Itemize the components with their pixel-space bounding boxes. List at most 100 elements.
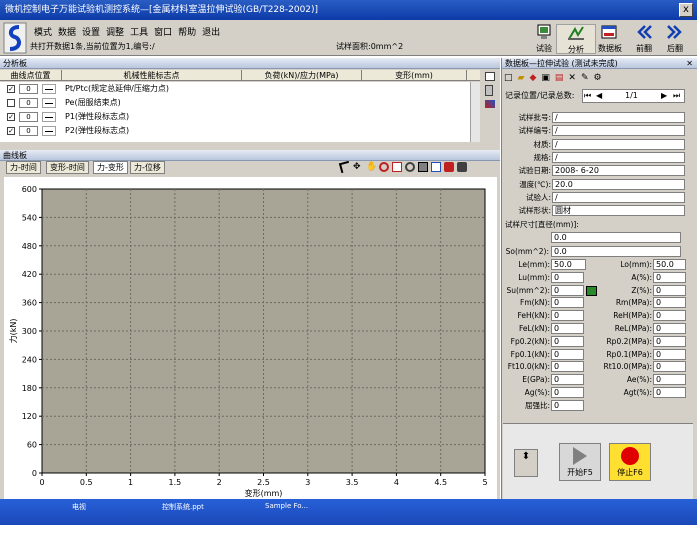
- tab-deform-time[interactable]: 变形-时间: [46, 161, 89, 174]
- param-value[interactable]: 0: [653, 310, 686, 322]
- zoom-box-icon[interactable]: [392, 162, 402, 172]
- import-icon[interactable]: ◆: [529, 73, 536, 83]
- hand-icon[interactable]: ✋: [366, 162, 377, 172]
- start-button[interactable]: 开始F5: [559, 443, 601, 481]
- brush-icon[interactable]: [485, 100, 495, 108]
- save-icon[interactable]: ▣: [541, 73, 550, 83]
- field-value[interactable]: 2008- 6-20: [552, 165, 685, 177]
- param-value[interactable]: 0: [551, 361, 584, 373]
- param-value[interactable]: 0: [653, 361, 686, 373]
- param-value[interactable]: 0: [653, 271, 686, 283]
- param-value[interactable]: 0: [551, 271, 584, 283]
- taskbar-item[interactable]: Sample Fo...: [265, 502, 308, 510]
- field-value[interactable]: /: [552, 151, 685, 163]
- row-line-style[interactable]: [42, 98, 56, 108]
- param-value[interactable]: 0: [653, 348, 686, 360]
- param-value[interactable]: 0: [653, 387, 686, 398]
- zoom-in-icon[interactable]: [379, 162, 389, 172]
- size-field[interactable]: 0.0: [551, 232, 681, 243]
- tab-force-displacement[interactable]: 力-位移: [130, 161, 165, 174]
- table-row[interactable]: 0 Pe(屈服结束点): [0, 96, 480, 110]
- param-value[interactable]: 0: [653, 284, 686, 296]
- tab-force-deform[interactable]: 力-变形: [93, 161, 128, 174]
- menu-data[interactable]: 数据: [58, 25, 76, 38]
- row-checkbox[interactable]: ✓: [7, 113, 15, 121]
- table-icon[interactable]: [485, 72, 495, 81]
- tools-icon[interactable]: [457, 162, 467, 172]
- row-line-style[interactable]: [42, 112, 56, 122]
- menu-mode[interactable]: 模式: [34, 25, 52, 38]
- row-pos[interactable]: 0: [19, 126, 38, 136]
- menu-adjust[interactable]: 调整: [106, 25, 124, 38]
- menu-help[interactable]: 帮助: [178, 25, 196, 38]
- menu-settings[interactable]: 设置: [82, 25, 100, 38]
- param-value[interactable]: 0: [551, 323, 584, 334]
- export-icon[interactable]: ▤: [555, 73, 564, 83]
- row-pos[interactable]: 0: [19, 84, 38, 94]
- menu-exit[interactable]: 退出: [202, 25, 220, 38]
- chart-settings-icon[interactable]: [431, 162, 441, 172]
- param-label: E(GPa):: [522, 375, 550, 385]
- taskbar-item[interactable]: 控制系统.ppt: [162, 502, 204, 512]
- calculator-icon[interactable]: [485, 85, 493, 96]
- param-value[interactable]: 50.0: [653, 259, 686, 270]
- param-value[interactable]: 0: [653, 323, 686, 334]
- alarm-icon[interactable]: [444, 162, 454, 172]
- settings-icon[interactable]: ⚙: [593, 73, 601, 83]
- param-value[interactable]: 0: [551, 387, 584, 398]
- field-value[interactable]: /: [552, 112, 685, 123]
- delete-icon[interactable]: ✕: [568, 73, 576, 83]
- row-checkbox[interactable]: ✓: [7, 127, 15, 135]
- close-button[interactable]: x: [679, 3, 693, 17]
- row-checkbox[interactable]: [7, 99, 15, 107]
- tab-force-time[interactable]: 力-时间: [6, 161, 41, 174]
- new-icon[interactable]: □: [504, 73, 513, 83]
- menu-tools[interactable]: 工具: [130, 25, 148, 38]
- analysis-scrollbar[interactable]: [470, 82, 480, 142]
- taskbar-item[interactable]: 电视: [72, 502, 86, 512]
- param-value[interactable]: 0: [551, 399, 584, 411]
- param-value[interactable]: 0: [551, 335, 584, 347]
- edit-icon[interactable]: ✎: [581, 73, 589, 83]
- table-row[interactable]: ✓ 0 Pt/Ptc(规定总延伸/压缩力点): [0, 82, 480, 96]
- prev-record-icon[interactable]: ◀: [596, 91, 606, 101]
- open-icon[interactable]: ▰: [518, 73, 525, 83]
- field-label: 试样批号:: [518, 113, 551, 122]
- param-value[interactable]: 0: [653, 374, 686, 386]
- field-value[interactable]: /: [552, 191, 685, 203]
- param-value[interactable]: 0: [551, 297, 584, 309]
- param-value[interactable]: 0: [653, 297, 686, 309]
- pointer-icon[interactable]: [338, 160, 352, 174]
- menu-window[interactable]: 窗口: [154, 25, 172, 38]
- row-pos[interactable]: 0: [19, 112, 38, 122]
- last-record-icon[interactable]: ⏭: [673, 91, 683, 101]
- field-value[interactable]: /: [552, 125, 685, 137]
- table-row[interactable]: ✓ 0 P1(弹性段标志点): [0, 110, 480, 124]
- analysis-icon: [568, 26, 584, 40]
- move-icon[interactable]: ✥: [353, 162, 363, 172]
- first-record-icon[interactable]: ⏮: [584, 91, 594, 101]
- table-row[interactable]: ✓ 0 P2(弹性段标志点): [0, 124, 480, 138]
- updown-arrows-icon[interactable]: ⬍: [514, 449, 538, 477]
- so-field[interactable]: 0.0: [551, 246, 681, 257]
- print-icon[interactable]: [418, 162, 428, 172]
- row-line-style[interactable]: [42, 126, 56, 136]
- next-record-icon[interactable]: ▶: [661, 91, 671, 101]
- field-value[interactable]: /: [552, 138, 685, 150]
- row-checkbox[interactable]: ✓: [7, 85, 15, 93]
- zoom-out-icon[interactable]: [405, 162, 415, 172]
- compute-icon[interactable]: [586, 286, 597, 296]
- param-value[interactable]: 0: [551, 348, 584, 360]
- field-value[interactable]: 20.0: [552, 178, 685, 190]
- param-value[interactable]: 0: [551, 374, 584, 386]
- row-pos[interactable]: 0: [19, 98, 38, 108]
- param-value[interactable]: 0: [653, 335, 686, 347]
- param-value[interactable]: 0: [551, 284, 584, 296]
- param-value[interactable]: 50.0: [551, 259, 586, 270]
- stop-button[interactable]: 停止F6: [609, 443, 651, 481]
- row-line-style[interactable]: [42, 84, 56, 94]
- data-panel-close-icon[interactable]: ✕: [686, 58, 693, 69]
- param-value[interactable]: 0: [551, 310, 584, 322]
- field-value[interactable]: 圆材: [552, 205, 685, 217]
- next-button[interactable]: 后翻: [655, 24, 695, 54]
